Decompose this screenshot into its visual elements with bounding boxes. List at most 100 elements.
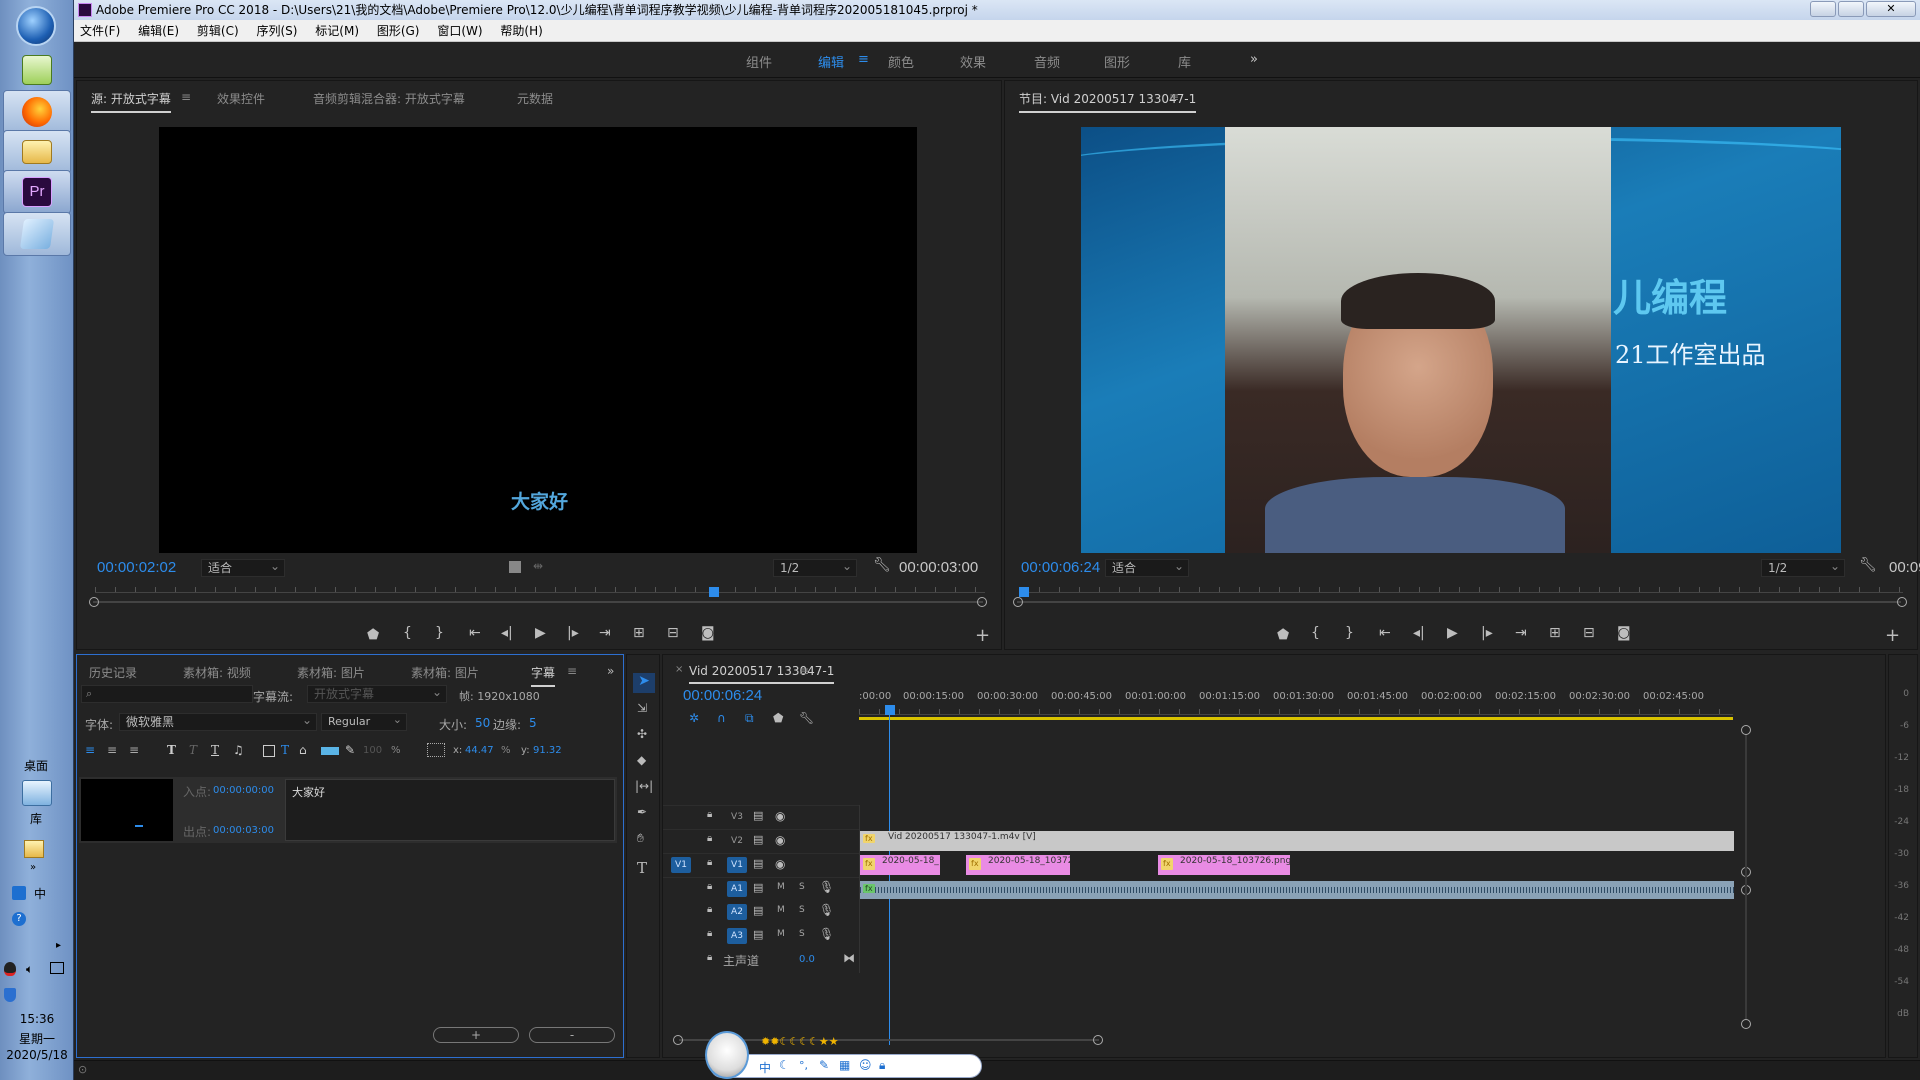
sync-lock-icon[interactable]: ▤ xyxy=(753,833,763,846)
razor-tool-icon[interactable]: ◆ xyxy=(637,753,646,767)
tab-sequence[interactable]: Vid 20200517 133047-1 xyxy=(689,664,835,684)
program-step-back-icon[interactable]: ◂| xyxy=(1413,625,1425,641)
mark-out-icon[interactable]: } xyxy=(435,625,444,641)
overwrite-icon[interactable]: ⊟ xyxy=(667,625,679,641)
master-volume-value[interactable]: 0.0 xyxy=(799,954,815,965)
tab-source[interactable]: 源: 开放式字幕 xyxy=(91,90,171,113)
zoom-handle-right[interactable] xyxy=(1093,1035,1103,1045)
font-family-dropdown[interactable]: 微软雅黑 xyxy=(119,712,317,731)
microphone-icon[interactable]: 🎙︎ xyxy=(819,927,834,941)
more-workspaces-icon[interactable]: » xyxy=(1250,52,1258,67)
extract-icon[interactable]: ⊟ xyxy=(1583,625,1595,641)
program-step-forward-icon[interactable]: |▸ xyxy=(1481,625,1493,641)
v2-clip[interactable]: fx Vid 20200517 133047-1.m4v [V] xyxy=(860,831,1734,851)
y-value[interactable]: 91.32 xyxy=(533,745,562,756)
lock-icon[interactable]: 🔒︎ xyxy=(707,833,712,844)
lock-icon[interactable]: 🔒︎ xyxy=(707,928,712,939)
ripple-edit-tool-icon[interactable]: ✣ xyxy=(637,727,647,741)
ime-lock-icon[interactable]: 🔒︎ xyxy=(879,1058,885,1073)
program-add-marker-icon[interactable]: ⬟ xyxy=(1277,627,1289,643)
opacity-value[interactable]: 100 xyxy=(363,745,382,756)
source-video-frame[interactable]: 大家好 xyxy=(159,127,917,553)
taskbar-premiere[interactable]: Pr xyxy=(3,170,71,214)
play-icon[interactable]: ▶ xyxy=(535,625,546,641)
text-color-icon[interactable]: T xyxy=(281,743,289,757)
sync-lock-icon[interactable]: ▤ xyxy=(753,904,763,917)
program-mark-out-icon[interactable]: } xyxy=(1345,625,1354,641)
workspace-audio[interactable]: 音频 xyxy=(1034,52,1060,71)
menu-edit[interactable]: 编辑(E) xyxy=(138,24,179,38)
solo-button[interactable]: S xyxy=(799,882,805,892)
background-box-icon[interactable] xyxy=(263,745,275,757)
tray-q-icon[interactable] xyxy=(12,886,26,900)
sync-lock-icon[interactable]: ▤ xyxy=(753,857,763,870)
program-playhead[interactable] xyxy=(1019,587,1029,597)
expand-chevron-icon[interactable]: » xyxy=(30,862,36,873)
program-add-button-icon[interactable]: + xyxy=(1885,625,1900,646)
export-frame-small-icon[interactable] xyxy=(509,561,521,573)
caption-text-field[interactable]: 大家好 xyxy=(285,779,615,841)
track-a3-label[interactable]: A3 xyxy=(727,928,747,944)
menu-clip[interactable]: 剪辑(C) xyxy=(197,24,239,38)
source-fit-dropdown[interactable]: 适合 xyxy=(201,558,285,577)
ime-skin-icon[interactable]: ▦ xyxy=(839,1058,850,1072)
program-fit-dropdown[interactable]: 适合 xyxy=(1105,558,1189,577)
workspace-libraries[interactable]: 库 xyxy=(1178,52,1191,71)
panel-menu-icon[interactable]: ≡ xyxy=(181,90,191,104)
source-scrollbar[interactable] xyxy=(93,601,983,603)
tab-metadata[interactable]: 元数据 xyxy=(517,90,553,107)
snap-icon[interactable]: ∩ xyxy=(717,711,726,725)
taskbar-firefox[interactable] xyxy=(3,90,71,134)
source-patch-v1[interactable]: V1 xyxy=(671,857,691,873)
ime-moon-icon[interactable]: ☾ xyxy=(779,1058,790,1072)
go-to-out-icon[interactable]: ⇥ xyxy=(599,625,611,641)
desktop-label[interactable]: 桌面 xyxy=(24,757,48,774)
x-value[interactable]: 44.47 xyxy=(465,745,494,756)
clock-weekday[interactable]: 星期一 xyxy=(0,1030,74,1047)
workspace-assembly[interactable]: 组件 xyxy=(746,52,772,71)
ime-indicator[interactable]: 中 xyxy=(34,885,46,902)
solo-button[interactable]: S xyxy=(799,929,805,939)
program-settings-wrench-icon[interactable]: 🔧︎ xyxy=(1859,557,1877,573)
help-icon[interactable]: ? xyxy=(12,912,26,926)
font-size-value[interactable]: 50 xyxy=(475,716,490,730)
taskbar-notebook[interactable] xyxy=(3,212,71,256)
qq-tray-icon[interactable] xyxy=(4,962,16,976)
nest-toggle-icon[interactable]: ✲ xyxy=(689,711,699,725)
camera-icon[interactable]: ◙ xyxy=(701,625,715,641)
source-current-timecode[interactable]: 00:00:02:02 xyxy=(97,559,176,576)
track-a2-label[interactable]: A2 xyxy=(727,904,747,920)
step-back-icon[interactable]: ◂| xyxy=(501,625,513,641)
workspace-editing[interactable]: 编辑 xyxy=(818,52,844,71)
tab-bin-images-1[interactable]: 素材箱: 图片 xyxy=(297,664,365,681)
go-to-in-icon[interactable]: ⇤ xyxy=(469,625,481,641)
timeline-playhead[interactable] xyxy=(885,705,895,715)
mute-button[interactable]: M xyxy=(777,905,785,915)
type-tool-icon[interactable]: T xyxy=(637,859,647,877)
menu-file[interactable]: 文件(F) xyxy=(80,24,120,38)
v1-clip-2[interactable]: fx 2020-05-18_10372 xyxy=(966,855,1070,875)
menu-graphics[interactable]: 图形(G) xyxy=(377,24,420,38)
track-select-tool-icon[interactable]: ⇲ xyxy=(637,701,647,715)
program-go-to-out-icon[interactable]: ⇥ xyxy=(1515,625,1527,641)
eye-icon[interactable]: ◉ xyxy=(775,809,785,823)
microphone-icon[interactable]: 🎙︎ xyxy=(819,880,834,894)
ime-mode-label[interactable]: 中 xyxy=(759,1059,771,1076)
align-left-icon[interactable]: ≡ xyxy=(85,743,95,757)
scroll-handle-right[interactable] xyxy=(977,597,987,607)
start-orb-icon[interactable] xyxy=(16,6,56,46)
network-icon[interactable] xyxy=(50,962,64,974)
status-icon[interactable]: ⊙ xyxy=(78,1063,87,1076)
microphone-icon[interactable]: 🎙︎ xyxy=(819,903,834,917)
sync-lock-icon[interactable]: ▤ xyxy=(753,928,763,941)
program-scroll-handle-right[interactable] xyxy=(1897,597,1907,607)
underline-icon[interactable]: T xyxy=(211,743,219,757)
slip-tool-icon[interactable]: |↔| xyxy=(635,779,653,793)
align-right-icon[interactable]: ≡ xyxy=(129,743,139,757)
program-video-frame[interactable]: 儿编程 21工作室出品 xyxy=(1081,127,1841,553)
volume-icon[interactable]: 🔈︎ xyxy=(26,962,33,977)
color-swatch[interactable] xyxy=(321,747,339,755)
ime-floating-bar[interactable]: 中 ☾ °, ✎ ▦ ☺ 🔒︎ ✹✹☾☾☾☾★★ xyxy=(705,1031,982,1079)
track-v1-label[interactable]: V1 xyxy=(727,857,747,873)
program-camera-icon[interactable]: ◙ xyxy=(1617,625,1631,641)
